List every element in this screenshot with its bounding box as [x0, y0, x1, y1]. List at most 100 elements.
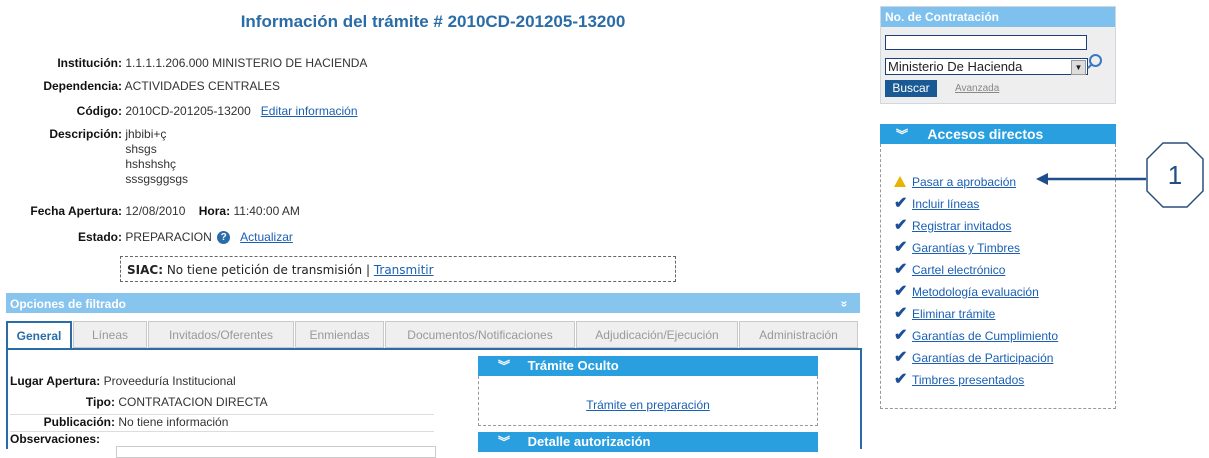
garantias-participacion-link[interactable]: Garantías de Participación	[912, 351, 1053, 365]
publicacion-label: Publicación:	[43, 415, 115, 429]
chevron-down-icon[interactable]: ▼	[1071, 60, 1086, 75]
lugar-value: Proveeduría Institucional	[103, 374, 236, 388]
estado-label: Estado:	[77, 230, 122, 244]
check-icon: ✔	[894, 261, 908, 278]
check-icon: ✔	[894, 195, 908, 212]
codigo-value: 2010CD-201205-13200	[125, 104, 251, 118]
siac-status-text: No tiene petición de transmisión |	[166, 263, 370, 277]
hora-value: 11:40:00 AM	[233, 204, 300, 218]
list-item[interactable]: ✔ Cartel electrónico	[894, 259, 1058, 281]
observaciones-label: Observaciones:	[10, 432, 101, 446]
descripcion-label: Descripción:	[49, 127, 122, 141]
fecha-label: Fecha Apertura:	[30, 204, 122, 218]
estado-row: Estado: PREPARACION ? Actualizar	[0, 230, 293, 245]
check-icon: ✔	[894, 349, 908, 366]
tramite-oculto-header[interactable]: ︾ Trámite Oculto	[478, 356, 818, 376]
list-item[interactable]: ✔ Metodología evaluación	[894, 281, 1058, 303]
check-icon: ✔	[894, 327, 908, 344]
hora-label: Hora:	[198, 204, 231, 218]
avanzada-link[interactable]: Avanzada	[955, 83, 999, 94]
descripcion-row: Descripción: jhbibi+ç shsgs hshshshç sss…	[0, 127, 188, 187]
check-icon: ✔	[894, 217, 908, 234]
callout-number: 1	[1167, 160, 1183, 190]
accesos-directos-header[interactable]: ︾ Accesos directos	[880, 124, 1116, 144]
dependencia-row: Dependencia: ACTIVIDADES CENTRALES	[0, 79, 280, 94]
check-icon: ✔	[894, 239, 908, 256]
garantias-timbres-link[interactable]: Garantías y Timbres	[912, 241, 1020, 255]
incluir-lineas-link[interactable]: Incluir líneas	[912, 197, 979, 211]
timbres-presentados-link[interactable]: Timbres presentados	[912, 373, 1024, 387]
lugar-row: Lugar Apertura: Proveeduría Instituciona…	[10, 374, 236, 389]
tramite-oculto-title: Trámite Oculto	[527, 358, 619, 373]
tab-general[interactable]: General	[6, 321, 72, 350]
chevron-down-icon: ︾	[498, 435, 511, 449]
actualizar-link[interactable]: Actualizar	[240, 230, 293, 244]
divider	[10, 414, 434, 415]
transmitir-link[interactable]: Transmitir	[374, 263, 434, 277]
estado-value: PREPARACION	[125, 230, 212, 244]
registrar-invitados-link[interactable]: Registrar invitados	[912, 219, 1011, 233]
list-item[interactable]: ✔ Garantías de Participación	[894, 347, 1058, 369]
metodologia-evaluacion-link[interactable]: Metodología evaluación	[912, 285, 1039, 299]
filter-options-bar[interactable]: Opciones de filtrado »	[6, 293, 860, 313]
institucion-value: 1.1.1.1.206.000 MINISTERIO DE HACIENDA	[125, 56, 368, 70]
institucion-label: Institución:	[57, 56, 122, 70]
siac-box: SIAC: No tiene petición de transmisión |…	[120, 256, 676, 282]
publicacion-row: Publicación: No tiene información	[0, 415, 229, 430]
tipo-value: CONTRATACION DIRECTA	[118, 395, 268, 409]
list-item[interactable]: ✔ Timbres presentados	[894, 369, 1058, 391]
search-panel: No. de Contratación Ministerio De Hacien…	[880, 6, 1116, 104]
chevron-down-icon: ︾	[896, 128, 909, 142]
garantias-cumplimiento-link[interactable]: Garantías de Cumplimiento	[912, 329, 1058, 343]
accesos-directos-title: Accesos directos	[927, 126, 1044, 142]
check-icon: ✔	[894, 283, 908, 300]
institucion-row: Institución: 1.1.1.1.206.000 MINISTERIO …	[0, 56, 367, 71]
observaciones-row: Observaciones:	[10, 432, 100, 447]
siac-label: SIAC:	[127, 263, 163, 277]
codigo-row: Código: 2010CD-201205-13200 Editar infor…	[0, 104, 358, 119]
tipo-row: Tipo: CONTRATACION DIRECTA	[0, 395, 268, 410]
list-item[interactable]: ✔ Garantías y Timbres	[894, 237, 1058, 259]
filter-options-title: Opciones de filtrado	[10, 297, 127, 311]
fecha-value: 12/08/2010	[125, 204, 186, 218]
tab-enmiendas[interactable]: Enmiendas	[295, 321, 384, 348]
lugar-label: Lugar Apertura:	[10, 374, 101, 388]
codigo-label: Código:	[76, 104, 122, 118]
tab-adjudicacion-ejecucion[interactable]: Adjudicación/Ejecución	[576, 321, 738, 348]
tramite-oculto-body: Trámite en preparación	[478, 376, 818, 426]
tab-administracion[interactable]: Administración	[739, 321, 858, 348]
tab-documentos-notificaciones[interactable]: Documentos/Notificaciones	[385, 321, 575, 348]
chevron-down-icon: ︾	[498, 359, 511, 373]
buscar-button[interactable]: Buscar	[885, 80, 937, 97]
pasar-aprobacion-link[interactable]: Pasar a aprobación	[912, 175, 1016, 189]
institution-select[interactable]: Ministerio De Hacienda ▼	[885, 58, 1088, 75]
tab-invitados-oferentes[interactable]: Invitados/Oferentes	[148, 321, 294, 348]
tramite-preparacion-link[interactable]: Trámite en preparación	[586, 398, 710, 412]
descripcion-line: shsgs	[125, 142, 157, 156]
detalle-autorizacion-title: Detalle autorización	[527, 434, 651, 449]
editar-informacion-link[interactable]: Editar información	[261, 104, 358, 118]
check-icon: ✔	[894, 305, 908, 322]
publicacion-value: No tiene información	[118, 415, 229, 429]
fecha-row: Fecha Apertura: 12/08/2010 Hora: 11:40:0…	[0, 204, 300, 219]
institution-select-value: Ministerio De Hacienda	[888, 59, 1023, 74]
search-panel-title: No. de Contratación	[881, 7, 1115, 27]
callout-badge: 1	[1146, 142, 1204, 208]
detalle-autorizacion-header[interactable]: ︾ Detalle autorización	[478, 432, 818, 452]
cartel-electronico-link[interactable]: Cartel electrónico	[912, 263, 1005, 277]
list-item[interactable]: ✔ Garantías de Cumplimiento	[894, 325, 1058, 347]
chevron-down-icon[interactable]: »	[834, 301, 856, 308]
check-icon: ✔	[894, 371, 908, 388]
eliminar-tramite-link[interactable]: Eliminar trámite	[912, 307, 995, 321]
dependencia-value: ACTIVIDADES CENTRALES	[124, 79, 281, 93]
warning-icon	[894, 176, 906, 187]
observaciones-field[interactable]	[116, 446, 436, 458]
descripcion-line: sssgsggsgs	[125, 172, 189, 186]
descripcion-line: jhbibi+ç	[125, 127, 167, 141]
tab-lineas[interactable]: Líneas	[73, 321, 147, 348]
descripcion-value: jhbibi+ç shsgs hshshshç sssgsggsgs	[125, 127, 188, 187]
list-item[interactable]: ✔ Eliminar trámite	[894, 303, 1058, 325]
page-title: Información del trámite # 2010CD-201205-…	[240, 12, 626, 31]
help-icon[interactable]: ?	[217, 231, 231, 244]
contract-number-input[interactable]	[885, 35, 1087, 50]
